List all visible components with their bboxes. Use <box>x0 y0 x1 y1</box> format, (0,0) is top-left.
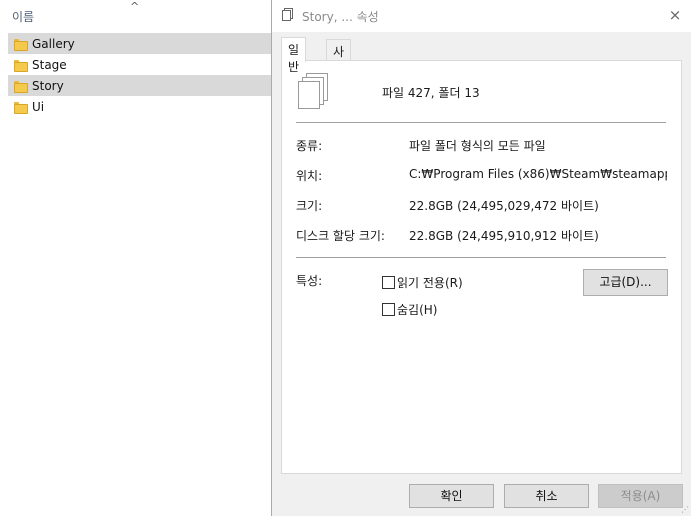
general-tab-panel: 파일 427, 폴더 13 종류: 파일 폴더 형식의 모든 파일 위치: C:… <box>281 60 682 474</box>
list-item-stage[interactable]: Stage <box>8 54 271 75</box>
file-name: Story <box>32 78 64 93</box>
location-label: 위치: <box>296 169 323 183</box>
type-label: 종류: <box>296 139 323 153</box>
attributes-label: 특성: <box>296 274 323 288</box>
list-item-story[interactable]: Story <box>8 75 271 96</box>
dialog-title: Story, ... 속성 <box>302 10 379 24</box>
list-item-gallery[interactable]: Gallery <box>8 33 271 54</box>
size-on-disk-value: 22.8GB (24,495,910,912 바이트) <box>409 229 599 243</box>
advanced-button[interactable]: 고급(D)... <box>583 269 668 296</box>
list-item-ui[interactable]: Ui <box>8 96 271 117</box>
read-only-label: 읽기 전용(R) <box>397 276 463 290</box>
folder-icon <box>14 101 28 114</box>
resize-grip-icon[interactable]: ⋰ <box>681 506 689 514</box>
file-name: Stage <box>32 57 67 72</box>
checkbox-box[interactable] <box>382 276 395 289</box>
column-name-label[interactable]: 이름 <box>12 8 34 25</box>
close-icon[interactable]: × <box>666 6 684 24</box>
hidden-checkbox[interactable]: 숨김(H) <box>382 301 437 318</box>
checkbox-box[interactable] <box>382 303 395 316</box>
apply-button[interactable]: 적용(A) <box>598 484 683 508</box>
properties-icon <box>282 8 294 22</box>
title-bar[interactable]: Story, ... 속성 × <box>272 0 691 32</box>
tab-customize[interactable]: 사용자 지정 <box>326 39 352 127</box>
explorer-pane: 이름 ^ Gallery Stage Story Ui <box>0 0 271 516</box>
ok-button[interactable]: 확인 <box>409 484 494 508</box>
folder-icon <box>14 80 28 93</box>
read-only-checkbox[interactable]: 읽기 전용(R) <box>382 274 463 291</box>
type-value: 파일 폴더 형식의 모든 파일 <box>409 139 546 153</box>
separator <box>296 122 666 123</box>
location-value[interactable]: C:₩Program Files (x86)₩Steam₩steamapps₩c… <box>409 167 667 181</box>
size-value: 22.8GB (24,495,029,472 바이트) <box>409 199 599 213</box>
hidden-label: 숨김(H) <box>397 303 438 317</box>
column-header[interactable]: 이름 ^ <box>0 0 271 30</box>
cancel-button[interactable]: 취소 <box>504 484 589 508</box>
size-label: 크기: <box>296 199 323 213</box>
file-name: Ui <box>32 99 45 114</box>
multiple-files-icon <box>298 73 330 111</box>
size-on-disk-label: 디스크 할당 크기: <box>296 229 385 243</box>
item-count-summary: 파일 427, 폴더 13 <box>382 86 480 100</box>
properties-dialog: Story, ... 속성 × 일반 사용자 지정 파일 427, 폴더 13 … <box>271 0 691 516</box>
folder-icon <box>14 38 28 51</box>
folder-icon <box>14 59 28 72</box>
tab-general[interactable]: 일반 <box>281 37 307 74</box>
sort-ascending-icon: ^ <box>130 0 140 13</box>
file-list: Gallery Stage Story Ui <box>8 33 271 117</box>
file-name: Gallery <box>32 36 75 51</box>
separator <box>296 257 666 258</box>
